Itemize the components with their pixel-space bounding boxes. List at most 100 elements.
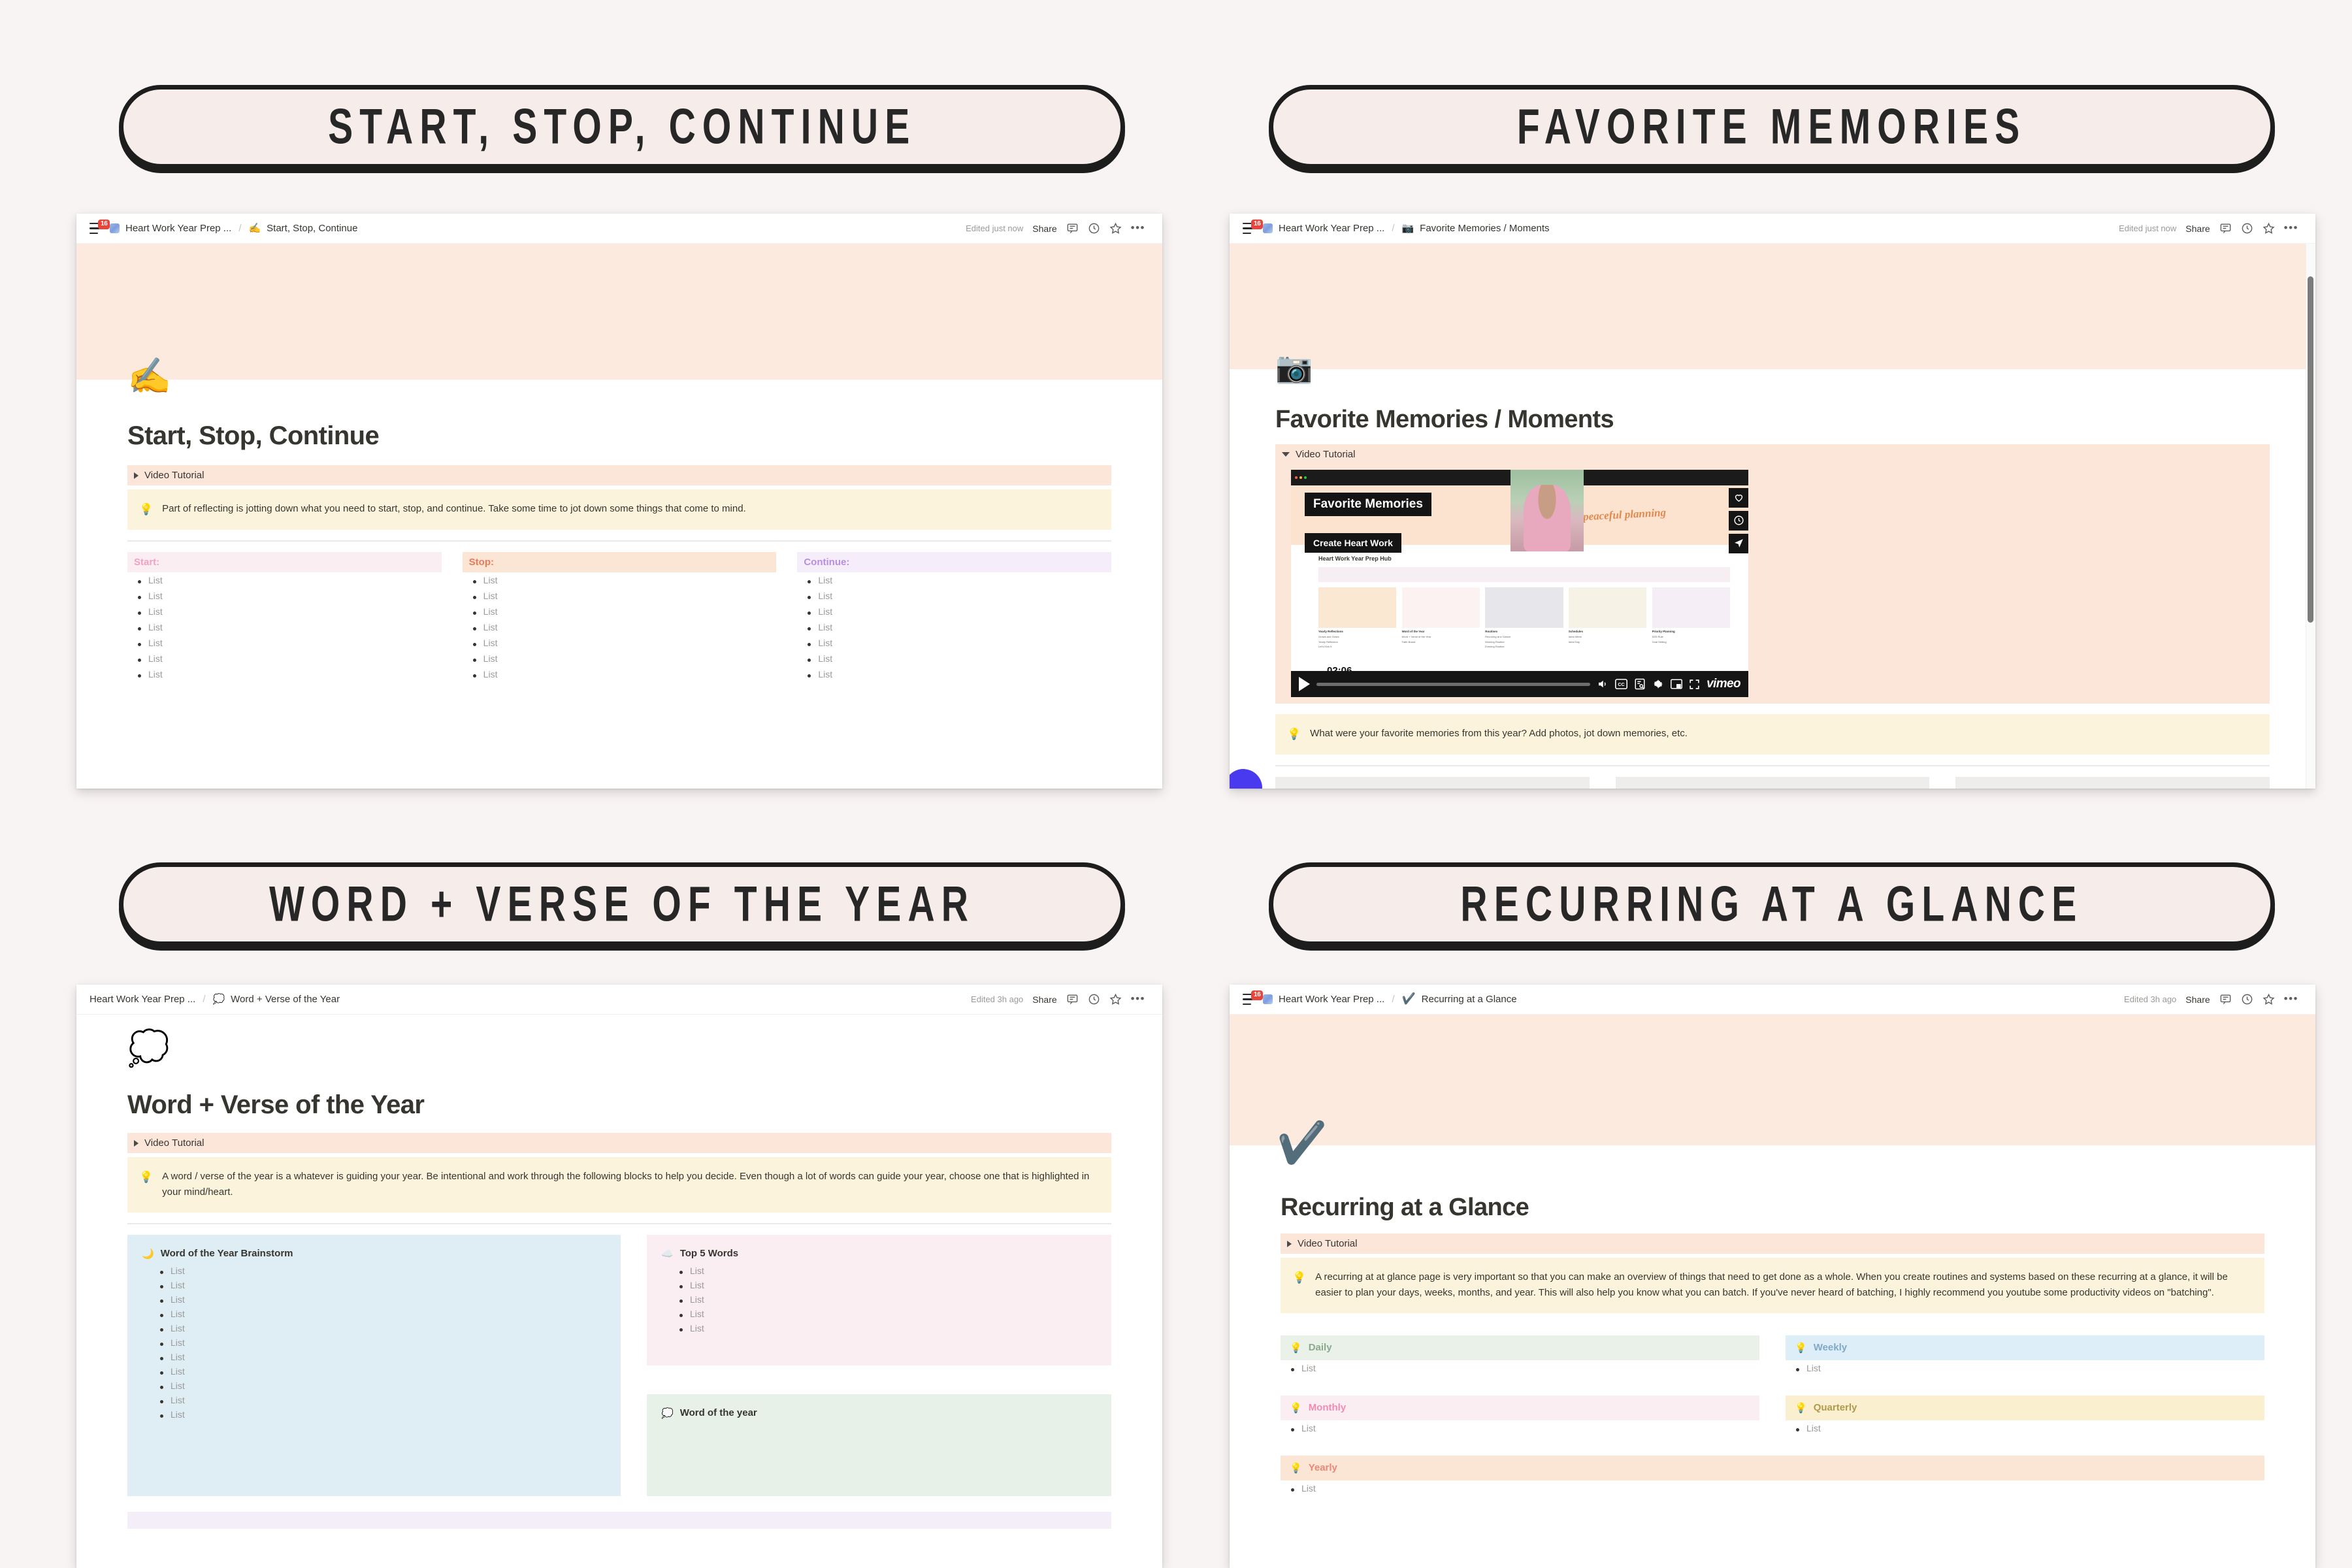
list-item[interactable]: List xyxy=(1786,1420,2264,1436)
list-item[interactable]: List xyxy=(127,588,442,604)
list-item[interactable]: List xyxy=(797,588,1111,604)
share-button[interactable]: Share xyxy=(1032,994,1056,1005)
list-item[interactable]: List xyxy=(1786,1360,2264,1376)
play-icon[interactable] xyxy=(1299,677,1310,691)
share-button[interactable]: Share xyxy=(1032,223,1056,234)
list-item[interactable]: List xyxy=(463,635,777,651)
vimeo-player[interactable]: peaceful planning 🥛 Heart Work Year Prep… xyxy=(1291,470,1748,697)
more-options-icon[interactable]: ••• xyxy=(2284,993,2298,1004)
list-item[interactable]: List xyxy=(127,572,442,588)
breadcrumb-workspace[interactable]: Heart Work Year Prep ... xyxy=(1279,223,1384,234)
share-icon[interactable] xyxy=(1729,533,1748,553)
list-item[interactable]: List xyxy=(127,651,442,666)
list-item[interactable]: List xyxy=(797,666,1111,682)
list-item[interactable]: List xyxy=(463,651,777,666)
list-item[interactable]: List xyxy=(797,651,1111,666)
share-button[interactable]: Share xyxy=(2185,994,2210,1005)
list-item[interactable]: List xyxy=(142,1278,606,1292)
transcript-icon[interactable] xyxy=(1634,678,1646,690)
block-title-label: Top 5 Words xyxy=(679,1248,739,1260)
scrollbar-thumb[interactable] xyxy=(2308,276,2313,623)
card-item: Grows and Glows xyxy=(1318,635,1339,639)
comment-icon[interactable] xyxy=(2219,993,2232,1005)
list-item[interactable]: List xyxy=(463,572,777,588)
more-options-icon[interactable]: ••• xyxy=(2284,222,2298,233)
more-options-icon[interactable]: ••• xyxy=(1131,222,1145,233)
volume-icon[interactable] xyxy=(1597,678,1609,690)
add-image-button[interactable]: Add an image xyxy=(1275,776,1590,789)
comment-icon[interactable] xyxy=(1066,993,1079,1005)
video-scrubber[interactable] xyxy=(1316,682,1591,686)
list-item[interactable]: List xyxy=(661,1321,1097,1335)
breadcrumb-workspace[interactable]: Heart Work Year Prep ... xyxy=(125,223,231,234)
more-options-icon[interactable]: ••• xyxy=(1131,993,1145,1004)
video-tutorial-toggle[interactable]: Video Tutorial xyxy=(1281,1233,2264,1254)
list-item[interactable]: List xyxy=(142,1292,606,1307)
page-icon[interactable]: ✍️ xyxy=(127,359,171,394)
fullscreen-icon[interactable] xyxy=(1689,679,1700,690)
list-item[interactable]: List xyxy=(463,588,777,604)
list-item[interactable]: List xyxy=(1281,1420,1759,1436)
list-item[interactable]: List xyxy=(1281,1480,2264,1496)
list-item[interactable]: List xyxy=(797,572,1111,588)
list-item[interactable]: List xyxy=(661,1264,1097,1278)
comment-icon[interactable] xyxy=(2219,222,2232,235)
list-item[interactable]: List xyxy=(127,635,442,651)
list-item[interactable]: List xyxy=(142,1393,606,1407)
comment-icon[interactable] xyxy=(1066,222,1079,235)
breadcrumb-workspace[interactable]: Heart Work Year Prep ... xyxy=(90,994,195,1005)
list-item[interactable]: List xyxy=(142,1307,606,1321)
list-item[interactable]: List xyxy=(1281,1360,1759,1376)
history-icon[interactable] xyxy=(1088,222,1100,235)
picture-in-picture-icon[interactable] xyxy=(1671,679,1683,689)
list-item[interactable]: List xyxy=(463,604,777,619)
page-icon[interactable]: ✔️ xyxy=(1277,1123,1327,1164)
scrollbar-track[interactable] xyxy=(2306,244,2315,789)
settings-gear-icon[interactable] xyxy=(1652,678,1664,690)
list-item[interactable]: List xyxy=(142,1335,606,1350)
watch-later-icon[interactable] xyxy=(1729,510,1748,531)
list-item[interactable]: List xyxy=(797,604,1111,619)
list-item[interactable]: List xyxy=(127,666,442,682)
list-item[interactable]: List xyxy=(142,1364,606,1379)
list-item[interactable]: List xyxy=(463,619,777,635)
list-item[interactable]: List xyxy=(142,1264,606,1278)
video-tutorial-toggle[interactable]: Video Tutorial xyxy=(1275,444,2270,465)
add-image-button[interactable]: Add an image xyxy=(1955,776,2270,789)
breadcrumb-page[interactable]: Favorite Memories / Moments xyxy=(1420,223,1549,234)
list-item[interactable]: List xyxy=(661,1307,1097,1321)
history-icon[interactable] xyxy=(2241,993,2253,1005)
favorite-star-icon[interactable] xyxy=(2262,993,2275,1005)
list-item[interactable]: List xyxy=(127,604,442,619)
sidebar-menu-icon[interactable]: 16 xyxy=(1243,219,1263,235)
favorite-star-icon[interactable] xyxy=(1109,993,1122,1005)
list-item[interactable]: List xyxy=(797,635,1111,651)
list-item[interactable]: List xyxy=(142,1321,606,1335)
list-item[interactable]: List xyxy=(142,1379,606,1393)
list-item[interactable]: List xyxy=(797,619,1111,635)
video-tutorial-toggle[interactable]: Video Tutorial xyxy=(127,1133,1111,1153)
breadcrumb-page[interactable]: Recurring at a Glance xyxy=(1422,994,1517,1005)
favorite-star-icon[interactable] xyxy=(2262,222,2275,235)
breadcrumb-workspace[interactable]: Heart Work Year Prep ... xyxy=(1279,994,1384,1005)
history-icon[interactable] xyxy=(2241,222,2253,235)
list-item[interactable]: List xyxy=(661,1278,1097,1292)
video-tutorial-toggle[interactable]: Video Tutorial xyxy=(127,465,1111,485)
list-item[interactable]: List xyxy=(142,1407,606,1422)
add-image-button[interactable]: Add an image xyxy=(1615,776,1930,789)
sidebar-menu-icon[interactable]: 16 xyxy=(90,219,110,235)
list-item[interactable]: List xyxy=(661,1292,1097,1307)
sidebar-menu-icon[interactable]: 16 xyxy=(1243,990,1263,1005)
history-icon[interactable] xyxy=(1088,993,1100,1005)
share-button[interactable]: Share xyxy=(2185,223,2210,234)
list-item[interactable]: List xyxy=(463,666,777,682)
breadcrumb-page[interactable]: Start, Stop, Continue xyxy=(267,223,357,234)
cc-icon[interactable]: CC xyxy=(1615,679,1628,689)
breadcrumb-page[interactable]: Word + Verse of the Year xyxy=(231,994,340,1005)
heart-icon[interactable] xyxy=(1729,487,1748,508)
list-item[interactable]: List xyxy=(142,1350,606,1364)
favorite-star-icon[interactable] xyxy=(1109,222,1122,235)
page-icon[interactable]: 💭 xyxy=(127,1032,1111,1066)
page-icon[interactable]: 📷 xyxy=(1275,352,1313,382)
list-item[interactable]: List xyxy=(127,619,442,635)
